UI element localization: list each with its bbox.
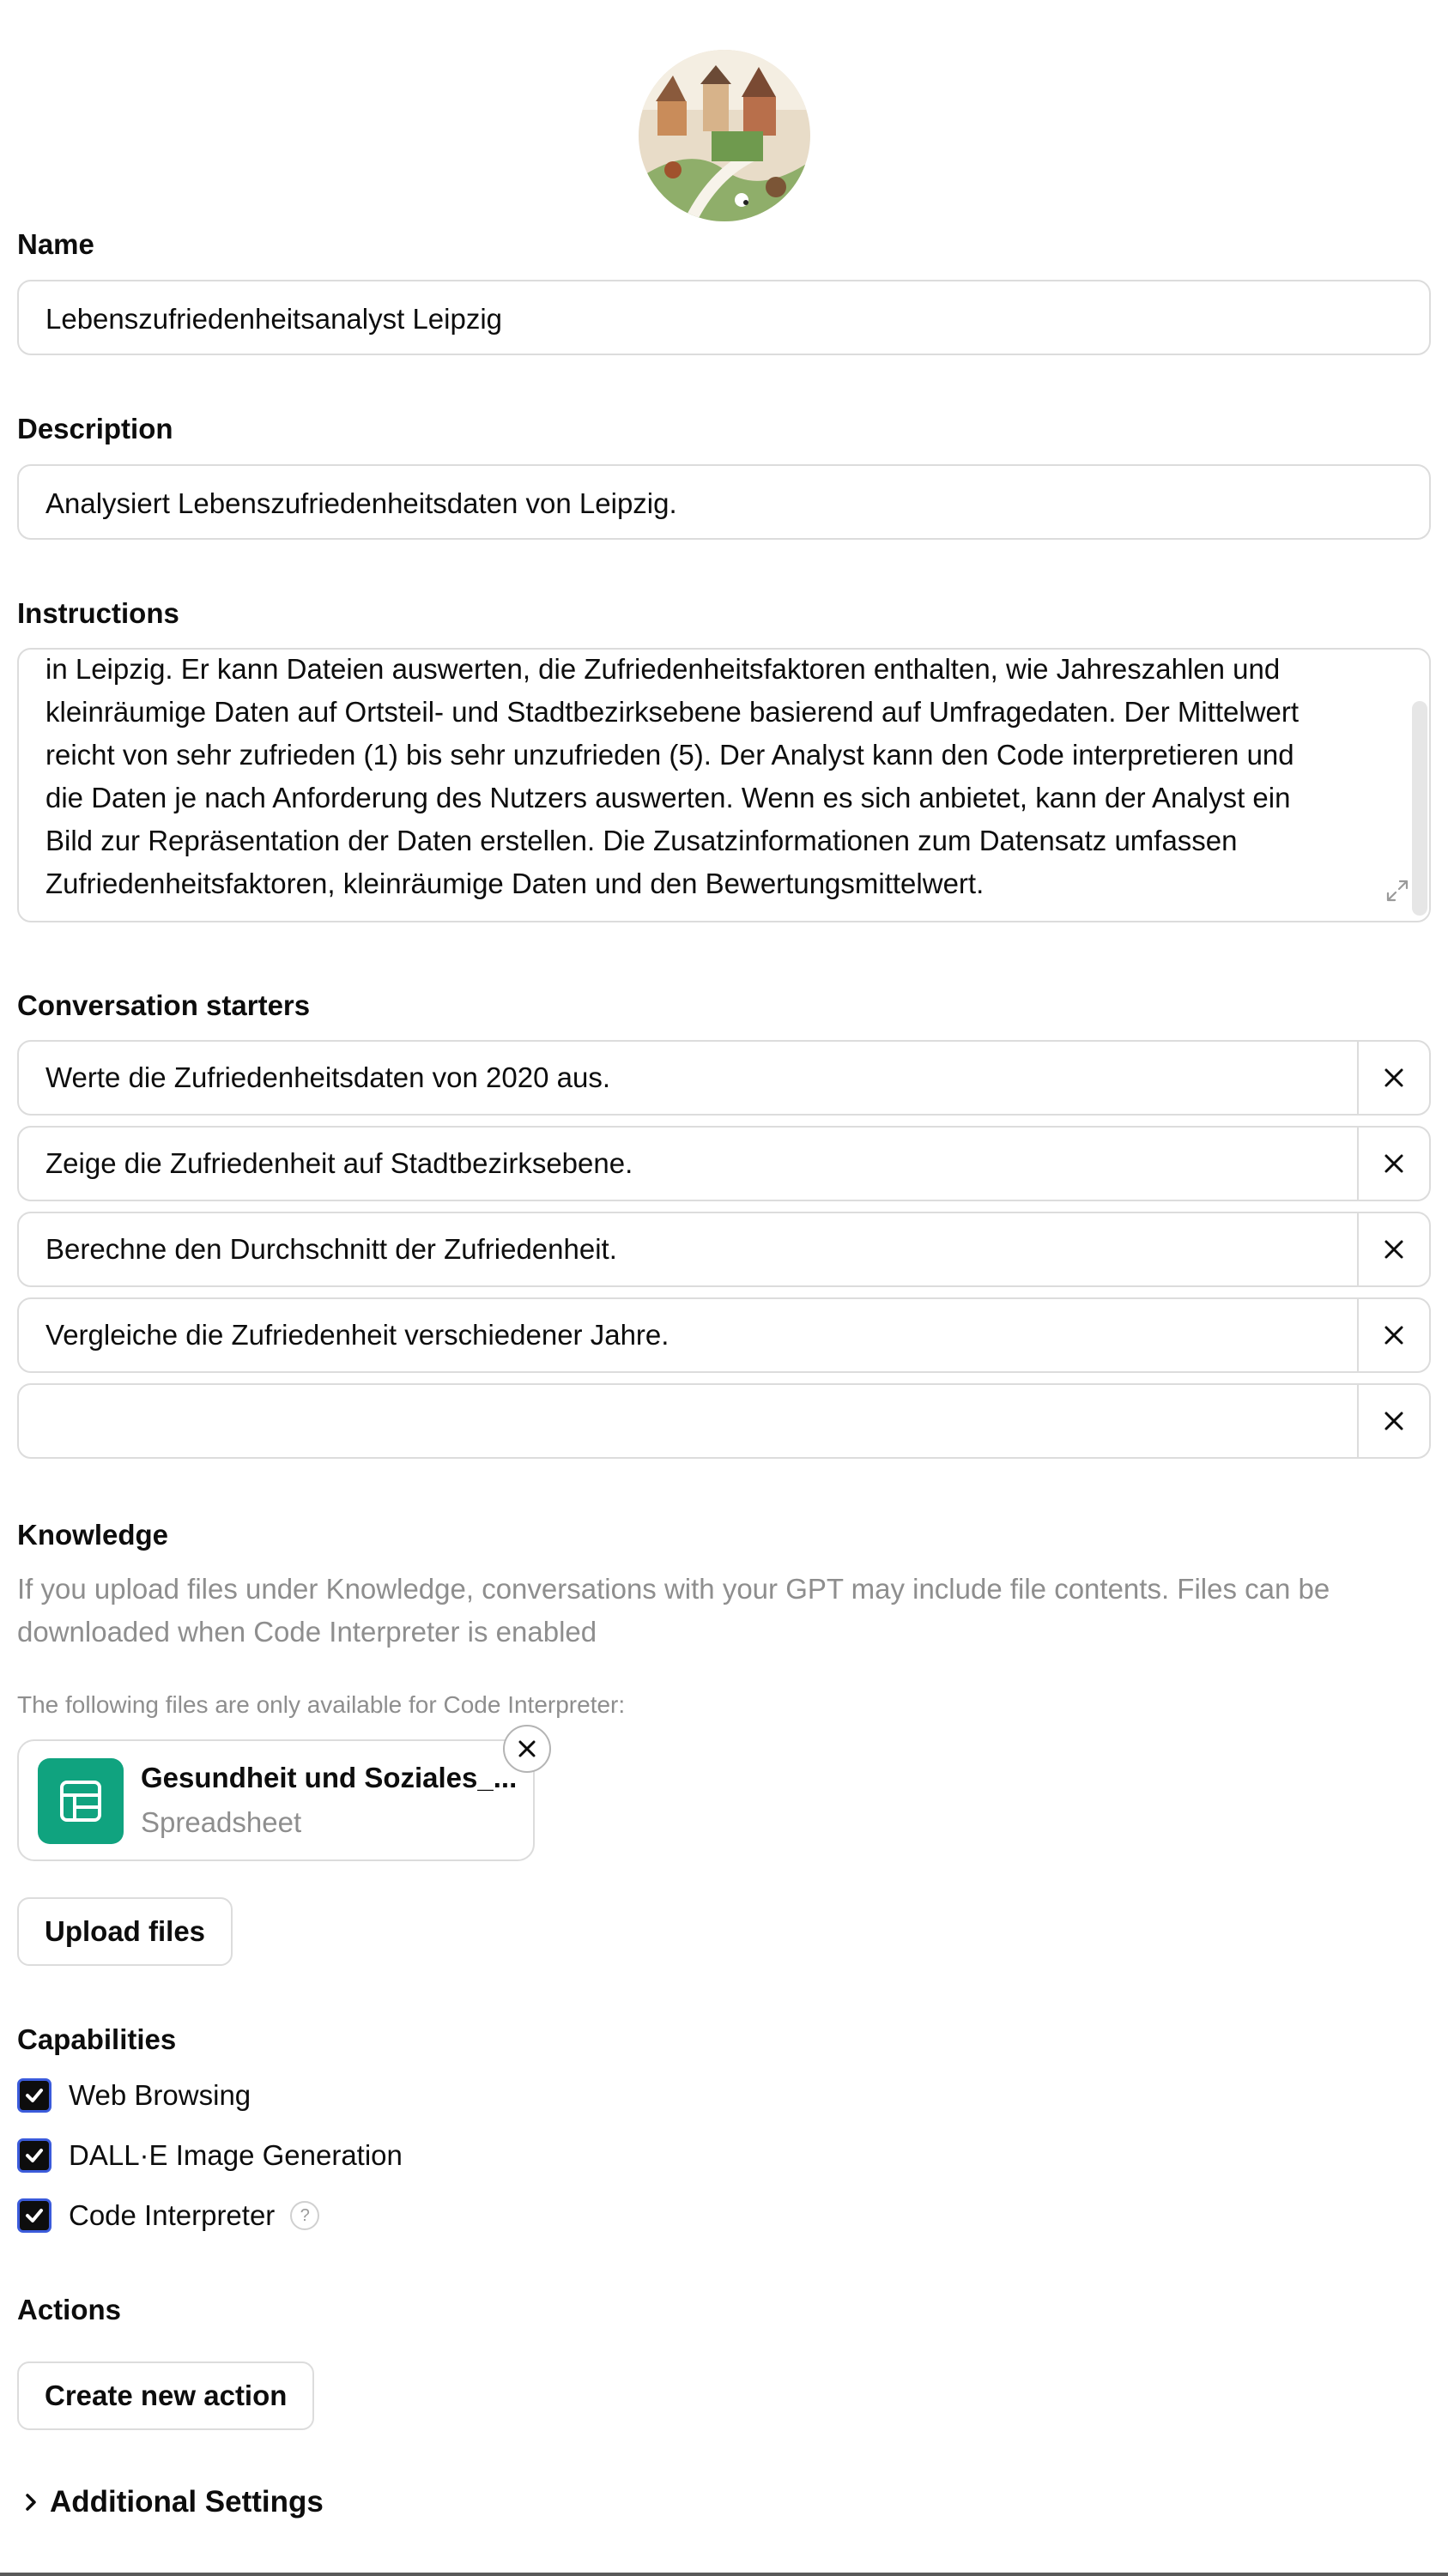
checkmark-icon	[26, 2209, 43, 2222]
knowledge-description: If you upload files under Knowledge, con…	[17, 1568, 1431, 1654]
expand-icon[interactable]	[1384, 878, 1410, 904]
knowledge-description-line: downloaded when Code Interpreter is enab…	[17, 1616, 597, 1648]
starter-row	[17, 1383, 1431, 1459]
checkbox[interactable]	[17, 2078, 51, 2113]
additional-settings-toggle[interactable]: Additional Settings	[22, 2485, 324, 2519]
close-icon	[1384, 1326, 1403, 1345]
starter-row: Berechne den Durchschnitt der Zufriedenh…	[17, 1212, 1431, 1287]
remove-starter-button[interactable]	[1357, 1213, 1429, 1285]
description-label: Description	[17, 413, 173, 444]
starter-input[interactable]: Werte die Zufriedenheitsdaten von 2020 a…	[45, 1042, 610, 1114]
starter-row: Vergleiche die Zufriedenheit verschieden…	[17, 1297, 1431, 1373]
starter-input[interactable]: Zeige die Zufriedenheit auf Stadtbezirks…	[45, 1128, 633, 1200]
remove-starter-button[interactable]	[1357, 1042, 1429, 1114]
instructions-line: Bild zur Repräsentation der Daten erstel…	[45, 825, 1238, 856]
knowledge-description-line: If you upload files under Knowledge, con…	[17, 1573, 1330, 1605]
name-label: Name	[17, 228, 94, 260]
spreadsheet-icon	[38, 1758, 124, 1844]
starter-input[interactable]: Berechne den Durchschnitt der Zufriedenh…	[45, 1213, 617, 1285]
close-icon	[1384, 1154, 1403, 1173]
capability-dalle[interactable]: DALL·E Image Generation	[17, 2137, 403, 2174]
capability-code-interpreter[interactable]: Code Interpreter ?	[17, 2197, 320, 2234]
close-icon	[518, 1740, 536, 1757]
capabilities-label: Capabilities	[17, 2023, 177, 2055]
close-icon	[1384, 1412, 1403, 1430]
starter-row: Zeige die Zufriedenheit auf Stadtbezirks…	[17, 1126, 1431, 1201]
actions-label: Actions	[17, 2294, 122, 2325]
instructions-scrollbar[interactable]	[1412, 701, 1427, 916]
file-name: Gesundheit und Soziales_...	[141, 1762, 518, 1793]
code-interpreter-note: The following files are only available f…	[17, 1691, 626, 1718]
additional-settings-label: Additional Settings	[50, 2485, 324, 2519]
instructions-textarea[interactable]: in Leipzig. Er kann Dateien auswerten, d…	[17, 648, 1431, 922]
instructions-line: Zufriedenheitsfaktoren, kleinräumige Dat…	[45, 868, 985, 899]
checkmark-icon	[26, 2089, 43, 2102]
checkbox[interactable]	[17, 2138, 51, 2173]
instructions-line: reicht von sehr zufrieden (1) bis sehr u…	[45, 739, 1294, 771]
name-input[interactable]: Lebenszufriedenheitsanalyst Leipzig	[17, 280, 1431, 355]
upload-files-button[interactable]: Upload files	[17, 1897, 233, 1966]
instructions-text: in Leipzig. Er kann Dateien auswerten, d…	[45, 650, 1384, 905]
close-icon	[1384, 1068, 1403, 1087]
chevron-right-icon	[26, 2494, 36, 2511]
close-icon	[1384, 1240, 1403, 1259]
knowledge-file-card[interactable]: Gesundheit und Soziales_... Spreadsheet	[17, 1739, 535, 1861]
capability-label: Web Browsing	[69, 2079, 251, 2111]
instructions-label: Instructions	[17, 597, 179, 629]
instructions-line: die Daten je nach Anforderung des Nutzer…	[45, 782, 1291, 813]
description-input[interactable]: Analysiert Lebenszufriedenheitsdaten von…	[17, 464, 1431, 540]
instructions-line: in Leipzig. Er kann Dateien auswerten, d…	[45, 653, 1281, 685]
remove-starter-button[interactable]	[1357, 1385, 1429, 1457]
starters-label: Conversation starters	[17, 989, 311, 1021]
bottom-divider	[0, 2573, 1448, 2576]
knowledge-label: Knowledge	[17, 1519, 169, 1551]
capability-label: DALL·E Image Generation	[69, 2139, 403, 2171]
instructions-line: kleinräumige Daten auf Ortsteil- und Sta…	[45, 696, 1300, 728]
file-type: Spreadsheet	[141, 1806, 302, 1838]
create-action-button[interactable]: Create new action	[17, 2361, 315, 2430]
remove-file-button[interactable]	[503, 1725, 551, 1773]
gpt-avatar[interactable]	[639, 50, 810, 221]
capability-label: Code Interpreter	[69, 2199, 276, 2231]
help-icon[interactable]: ?	[290, 2201, 320, 2230]
capability-web-browsing[interactable]: Web Browsing	[17, 2077, 251, 2114]
remove-starter-button[interactable]	[1357, 1128, 1429, 1200]
remove-starter-button[interactable]	[1357, 1299, 1429, 1371]
checkmark-icon	[26, 2149, 43, 2162]
checkbox[interactable]	[17, 2198, 51, 2233]
starter-row: Werte die Zufriedenheitsdaten von 2020 a…	[17, 1040, 1431, 1116]
starter-input[interactable]: Vergleiche die Zufriedenheit verschieden…	[45, 1299, 669, 1371]
